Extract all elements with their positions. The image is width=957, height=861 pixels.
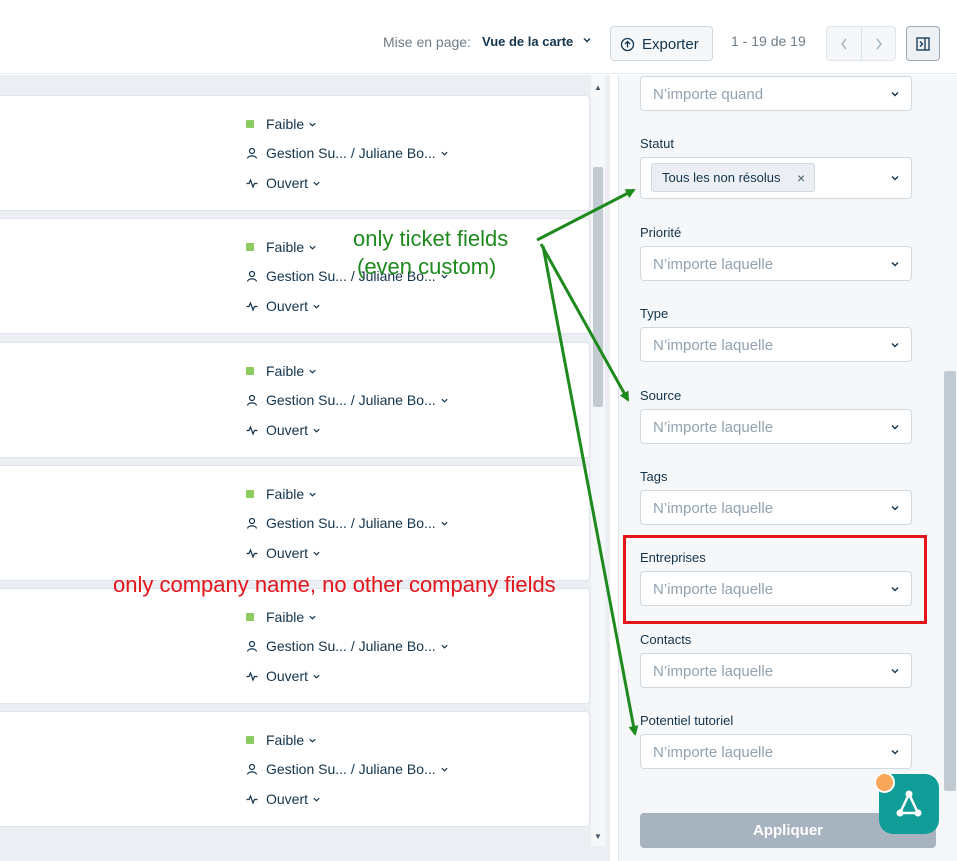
annotation-arrow: [539, 243, 630, 402]
annotation-arrow: [536, 188, 636, 242]
annotation-arrow: [541, 245, 639, 736]
annotation-green-line-2: (even custom): [357, 254, 497, 279]
annotation-green-line-1: only ticket fields: [353, 226, 509, 251]
annotation-arrows: [536, 188, 639, 736]
annotation-red-text: only company name, no other company fiel…: [113, 572, 556, 597]
